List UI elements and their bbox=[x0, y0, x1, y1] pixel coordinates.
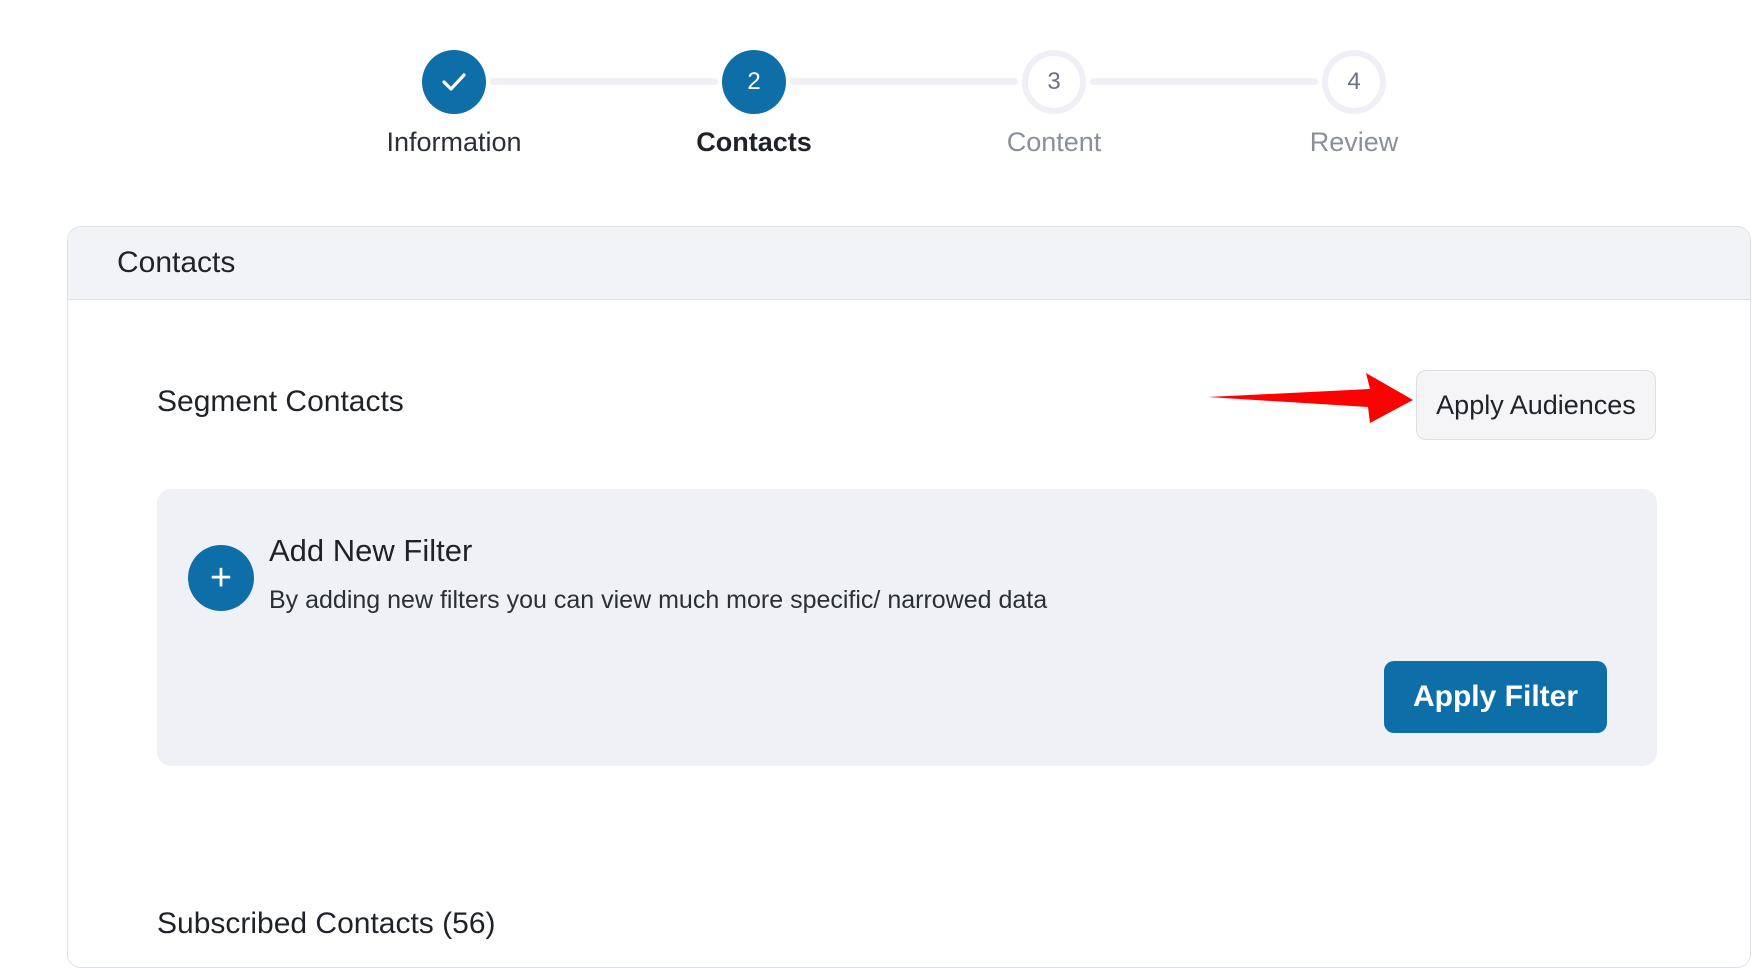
filter-panel: + Add New Filter By adding new filters y… bbox=[157, 489, 1657, 766]
apply-filter-button[interactable]: Apply Filter bbox=[1384, 661, 1607, 733]
apply-audiences-button[interactable]: Apply Audiences bbox=[1416, 370, 1656, 440]
add-filter-title: Add New Filter bbox=[269, 533, 473, 568]
add-filter-description: By adding new filters you can view much … bbox=[269, 586, 1048, 614]
step-circle-done bbox=[422, 50, 486, 114]
arrow-annotation-icon bbox=[1208, 373, 1413, 423]
step-information[interactable]: Information bbox=[354, 50, 554, 160]
step-number: 3 bbox=[1022, 50, 1086, 114]
step-label: Information bbox=[386, 127, 522, 157]
add-filter-button[interactable]: + bbox=[188, 545, 254, 611]
step-number: 2 bbox=[722, 50, 786, 114]
step-contacts[interactable]: 2 Contacts bbox=[654, 50, 854, 160]
step-label: Review bbox=[1309, 127, 1399, 157]
step-label: Contacts bbox=[696, 127, 812, 157]
step-label: Content bbox=[1006, 127, 1102, 157]
card-header: Contacts bbox=[68, 227, 1750, 300]
check-icon bbox=[442, 73, 466, 91]
segment-contacts-title: Segment Contacts bbox=[157, 385, 404, 418]
step-number: 4 bbox=[1322, 50, 1386, 114]
step-content[interactable]: 3 Content bbox=[954, 50, 1154, 160]
subscribed-contacts-title: Subscribed Contacts (56) bbox=[157, 907, 496, 940]
contacts-card: Contacts Segment Contacts Apply Audience… bbox=[67, 226, 1751, 968]
step-review[interactable]: 4 Review bbox=[1254, 50, 1454, 160]
card-title: Contacts bbox=[117, 246, 236, 279]
progress-stepper: Information 2 Contacts 3 Content 4 Revie… bbox=[0, 0, 1752, 200]
